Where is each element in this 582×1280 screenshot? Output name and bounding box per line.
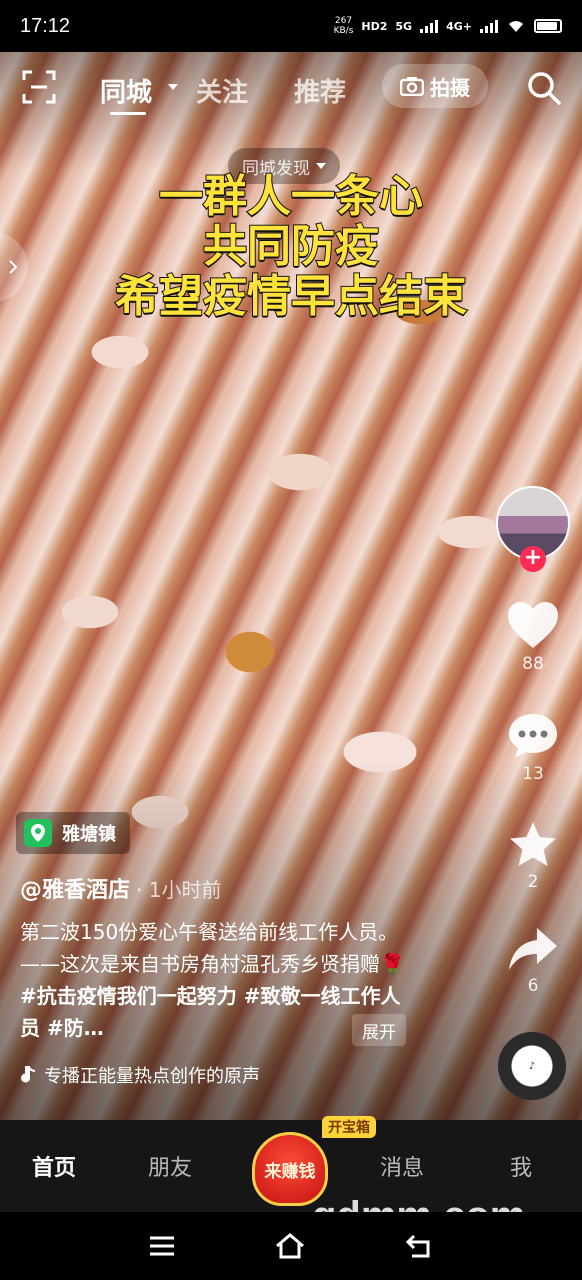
active-tab-indicator bbox=[110, 112, 146, 115]
location-label: 雅塘镇 bbox=[62, 824, 116, 845]
description-text: 第二波150份爱心午餐送给前线工作人员。——这次是来自书房角村温孔秀乡贤捐赠🌹 bbox=[20, 920, 405, 976]
chevron-down-icon[interactable] bbox=[168, 84, 178, 90]
tab-recommend[interactable]: 推荐 bbox=[294, 72, 346, 109]
music-note-icon bbox=[21, 1066, 36, 1083]
net-4g-label: 4G+ bbox=[446, 19, 472, 33]
comment-button[interactable]: 13 bbox=[496, 712, 570, 784]
comment-count: 13 bbox=[522, 764, 544, 784]
home-icon[interactable] bbox=[274, 1230, 306, 1262]
system-nav-bar bbox=[0, 1212, 582, 1280]
battery-icon bbox=[534, 19, 562, 33]
caption-line-2: 共同防疫 bbox=[202, 221, 380, 273]
heart-icon bbox=[508, 602, 558, 648]
shoot-button[interactable]: 拍摄 bbox=[382, 64, 488, 108]
comment-icon bbox=[509, 714, 557, 758]
chevron-down-icon bbox=[316, 163, 326, 169]
shoot-label: 拍摄 bbox=[430, 75, 470, 100]
caption-line-3: 希望疫情早点结束 bbox=[114, 271, 468, 323]
star-icon bbox=[510, 822, 556, 866]
share-arrow-icon bbox=[509, 928, 557, 970]
music-label: 专播正能量热点创作的原声 bbox=[44, 1066, 260, 1087]
status-time: 17:12 bbox=[20, 14, 71, 37]
caption-line-1: 一群人一条心 bbox=[158, 171, 424, 223]
top-nav: 同城 关注 推荐 拍摄 bbox=[0, 52, 582, 124]
location-tag[interactable]: 雅塘镇 bbox=[16, 812, 130, 854]
hashtags[interactable]: #抗击疫情我们一起努力 #致敬一线工作人员 #防… bbox=[20, 984, 400, 1040]
author-line: @雅香酒店 · 1小时前 bbox=[20, 872, 221, 904]
favorite-button[interactable]: 2 bbox=[496, 820, 570, 892]
scan-icon[interactable] bbox=[22, 70, 56, 104]
like-button[interactable]: 88 bbox=[496, 600, 570, 674]
signal-icon-2 bbox=[480, 19, 498, 33]
tab-local[interactable]: 同城 bbox=[100, 72, 152, 109]
share-button[interactable]: 6 bbox=[496, 926, 570, 996]
signal-icon bbox=[420, 19, 439, 33]
net-5g-label: 5G bbox=[395, 19, 413, 33]
like-count: 88 bbox=[522, 654, 544, 674]
network-speed: 267 KB/s bbox=[333, 16, 354, 36]
favorite-count: 2 bbox=[527, 872, 539, 892]
music-info[interactable]: 专播正能量热点创作的原声 bbox=[20, 1062, 260, 1088]
hd-icon: HD2 bbox=[361, 19, 388, 33]
follow-plus-icon[interactable]: + bbox=[520, 546, 546, 572]
camera-icon bbox=[400, 77, 424, 96]
tab-following[interactable]: 关注 bbox=[196, 72, 248, 109]
music-disc-icon[interactable]: ♪ bbox=[498, 1032, 566, 1100]
back-icon[interactable] bbox=[404, 1230, 436, 1262]
author-name[interactable]: @雅香酒店 bbox=[20, 878, 130, 903]
tab-home[interactable]: 首页 bbox=[32, 1120, 76, 1212]
search-icon[interactable] bbox=[526, 70, 562, 106]
menu-icon[interactable] bbox=[146, 1230, 178, 1262]
status-icons: 267 KB/s HD2 5G 4G+ bbox=[334, 16, 562, 36]
tab-friends[interactable]: 朋友 bbox=[148, 1120, 192, 1212]
share-count: 6 bbox=[527, 976, 539, 996]
post-time: · 1小时前 bbox=[136, 878, 222, 902]
treasure-badge[interactable]: 开宝箱 bbox=[322, 1116, 376, 1138]
wifi-icon bbox=[509, 21, 523, 32]
status-bar: 17:12 267 KB/s HD2 5G 4G+ bbox=[0, 0, 582, 52]
location-pin-icon bbox=[24, 819, 52, 847]
expand-button[interactable]: 展开 bbox=[352, 1014, 406, 1046]
